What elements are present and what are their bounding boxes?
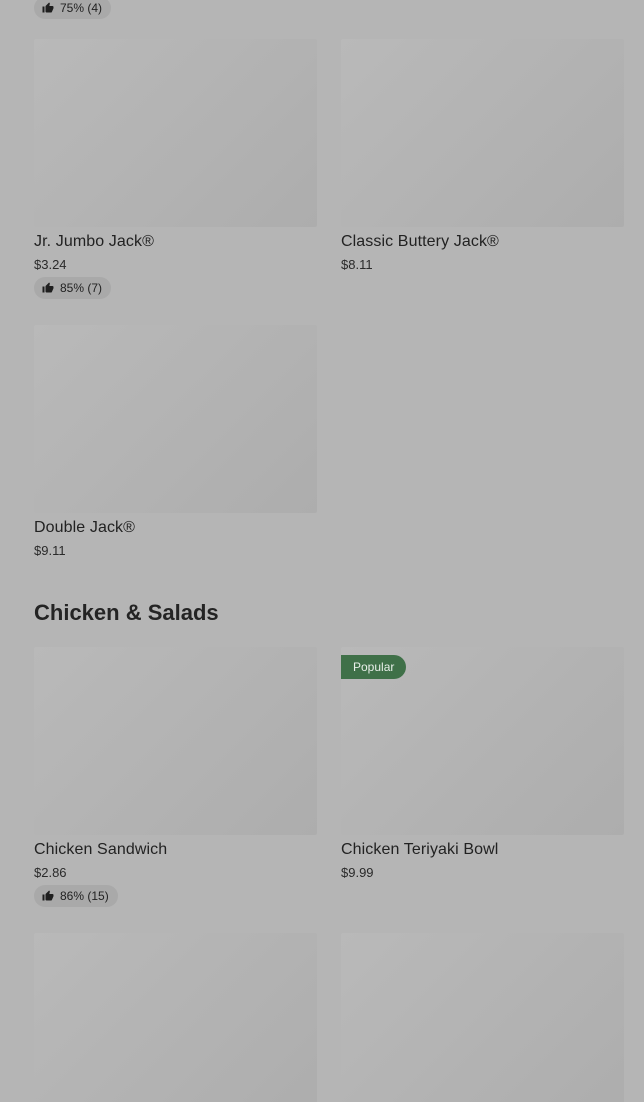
thumbs-up-icon xyxy=(42,890,54,901)
menu-item-card[interactable] xyxy=(341,933,624,1102)
rating-text: 85% (7) xyxy=(60,281,103,295)
item-name: Classic Buttery Jack® xyxy=(341,233,499,250)
item-image[interactable] xyxy=(34,933,317,1102)
item-image[interactable] xyxy=(341,39,624,227)
menu-item-card[interactable]: Double Jack® $9.11 xyxy=(34,325,317,558)
item-name: Chicken Sandwich xyxy=(34,841,168,858)
item-image[interactable] xyxy=(341,933,624,1102)
menu-item-card[interactable]: Classic Buttery Jack® $8.11 xyxy=(341,39,624,325)
item-image[interactable]: Popular xyxy=(341,647,624,835)
rating-badge: 86% (15) xyxy=(34,885,118,907)
item-name: Double Jack® xyxy=(34,519,136,536)
item-price: $8.11 xyxy=(341,257,373,272)
menu-item-card[interactable] xyxy=(34,933,317,1102)
menu-item-card[interactable]: Chicken Sandwich $2.86 86% (15) xyxy=(34,647,317,933)
burgers-grid: Jr. Jumbo Jack® $3.24 85% (7) Classic Bu… xyxy=(34,39,624,558)
menu-item-card[interactable]: Jr. Jumbo Jack® $3.24 85% (7) xyxy=(34,39,317,325)
item-image[interactable] xyxy=(34,325,317,513)
thumbs-up-icon xyxy=(42,282,54,293)
item-price: $2.86 xyxy=(34,865,67,880)
rating-badge: 75% (4) xyxy=(34,0,112,19)
item-image[interactable] xyxy=(34,39,317,227)
item-image[interactable] xyxy=(34,647,317,835)
rating-badge: 85% (7) xyxy=(34,277,112,299)
menu-item-card[interactable]: Popular Chicken Teriyaki Bowl $9.99 xyxy=(341,647,624,933)
rating-text: 86% (15) xyxy=(60,889,109,903)
item-price: $9.99 xyxy=(341,865,374,880)
item-name: Jr. Jumbo Jack® xyxy=(34,233,154,250)
thumbs-up-icon xyxy=(42,2,54,13)
item-name: Chicken Teriyaki Bowl xyxy=(341,841,499,858)
item-price: $9.11 xyxy=(34,543,66,558)
section-title: Chicken & Salads xyxy=(34,600,219,625)
rating-text: 75% (4) xyxy=(60,1,103,15)
popular-badge: Popular xyxy=(341,655,407,679)
chicken-grid: Chicken Sandwich $2.86 86% (15) Popular … xyxy=(34,647,624,1102)
item-price: $3.24 xyxy=(34,257,67,272)
